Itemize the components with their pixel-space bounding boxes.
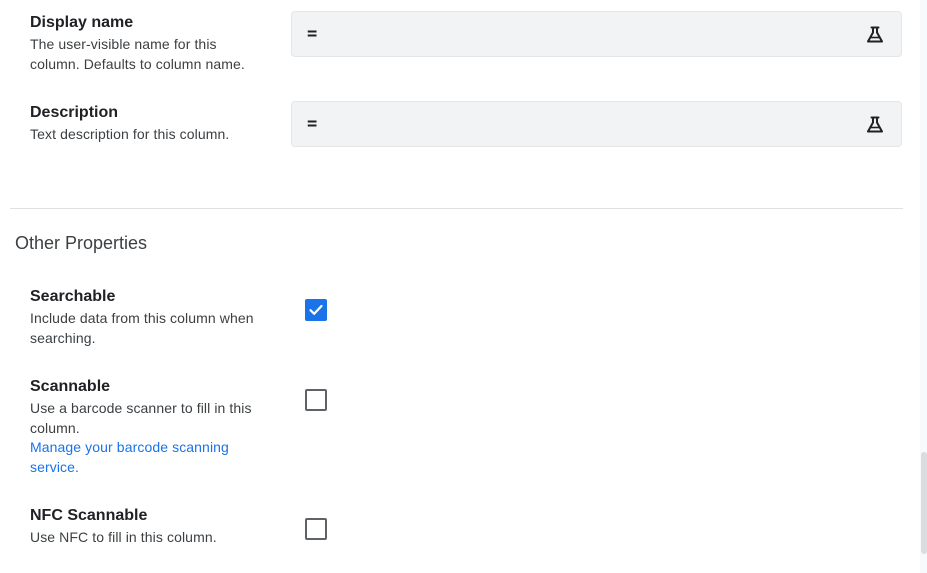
nfc-scannable-checkbox[interactable] [305,518,327,540]
searchable-description: Include data from this column when searc… [30,310,254,346]
display-name-field[interactable]: = [291,11,902,57]
section-divider [10,208,903,209]
scannable-checkbox[interactable] [305,389,327,411]
manage-barcode-link[interactable]: Manage your barcode scanning service. [30,438,270,477]
nfc-scannable-description: Use NFC to fill in this column. [30,529,217,545]
description-value[interactable]: = [307,113,317,135]
scrollbar-thumb[interactable] [921,452,927,554]
description-label: Description [30,104,119,121]
check-icon [309,304,323,315]
description-setting: Description Text description for this co… [30,103,270,145]
scannable-description: Use a barcode scanner to fill in this co… [30,400,252,436]
description-field[interactable]: = [291,101,902,147]
display-name-description: The user-visible name for this column. D… [30,36,245,72]
display-name-value[interactable]: = [307,23,317,45]
nfc-scannable-setting: NFC Scannable Use NFC to fill in this co… [30,506,270,548]
display-name-setting: Display name The user-visible name for t… [30,13,270,74]
flask-icon[interactable] [865,115,885,135]
searchable-label: Searchable [30,288,116,305]
scannable-setting: Scannable Use a barcode scanner to fill … [30,377,270,477]
other-properties-heading: Other Properties [15,233,148,253]
nfc-scannable-label: NFC Scannable [30,507,148,524]
description-description: Text description for this column. [30,126,230,142]
searchable-checkbox[interactable] [305,299,327,321]
display-name-label: Display name [30,14,134,31]
flask-icon[interactable] [865,25,885,45]
scannable-label: Scannable [30,378,111,395]
searchable-setting: Searchable Include data from this column… [30,287,270,348]
